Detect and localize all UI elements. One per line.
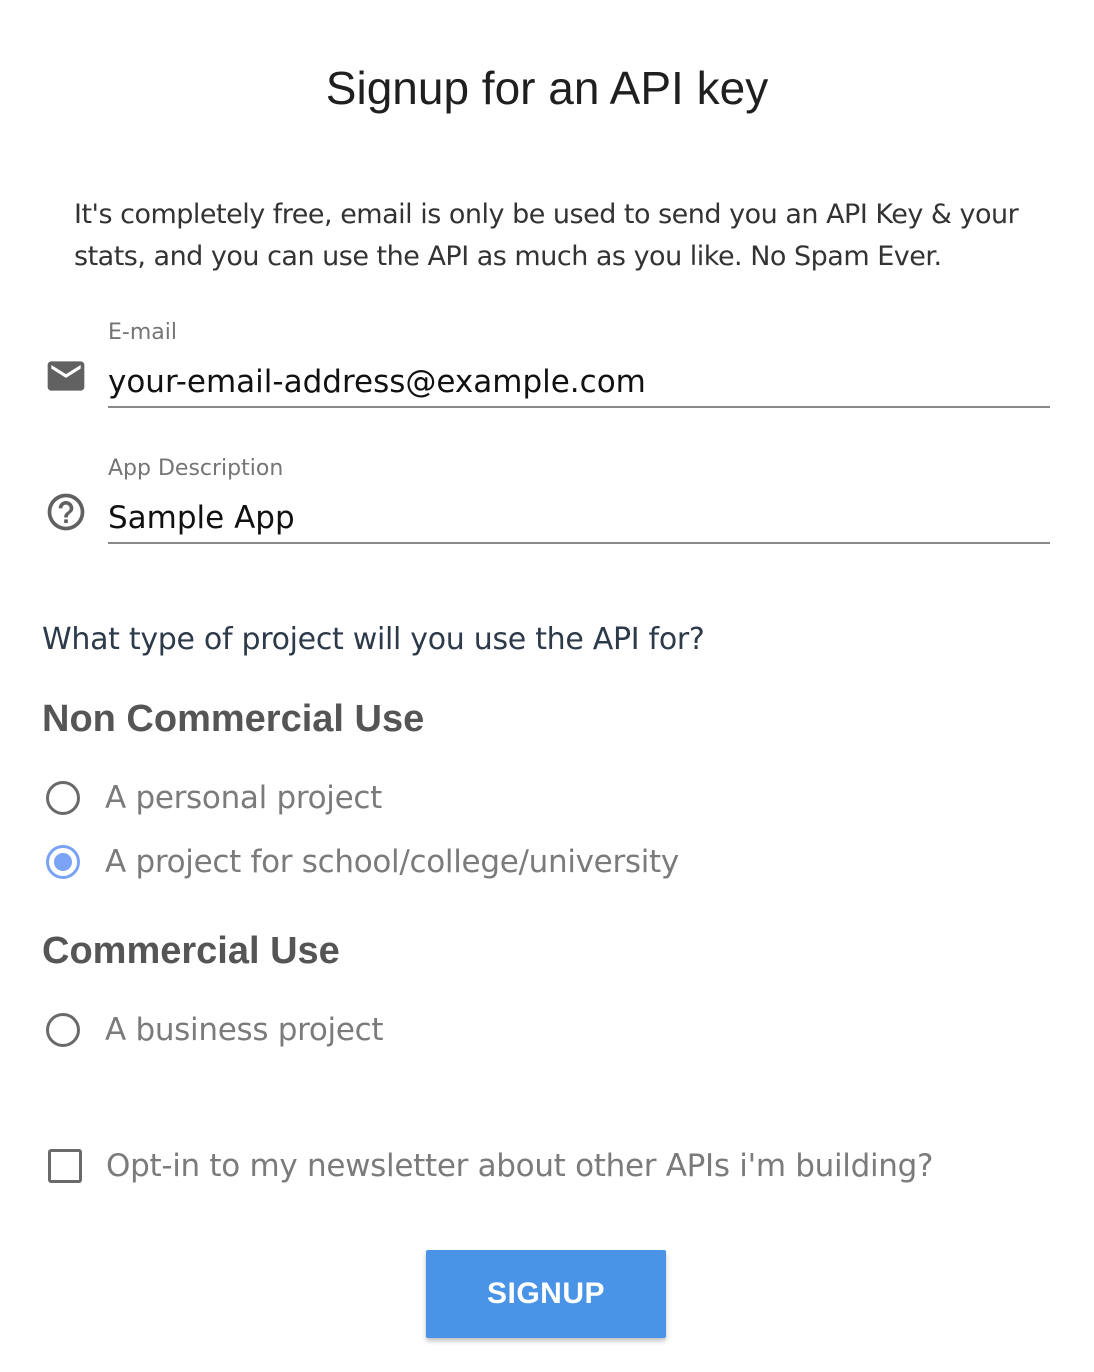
radio-button[interactable] bbox=[46, 781, 80, 815]
newsletter-checkbox[interactable] bbox=[48, 1149, 82, 1183]
radio-label: A business project bbox=[105, 1012, 384, 1048]
app-description-input[interactable] bbox=[108, 494, 1050, 544]
app-description-label: App Description bbox=[108, 456, 284, 481]
signup-button[interactable]: SIGNUP bbox=[426, 1250, 666, 1338]
radio-button-selected[interactable] bbox=[46, 845, 80, 879]
newsletter-opt-in[interactable]: Opt-in to my newsletter about other APIs… bbox=[48, 1144, 934, 1188]
commercial-heading: Commercial Use bbox=[42, 930, 340, 972]
envelope-icon bbox=[47, 361, 85, 391]
non-commercial-heading: Non Commercial Use bbox=[42, 698, 425, 740]
app-description-field-group: App Description bbox=[0, 454, 1094, 546]
radio-school-project[interactable]: A project for school/college/university bbox=[44, 840, 679, 884]
radio-label: A project for school/college/university bbox=[105, 844, 679, 880]
help-circle-icon bbox=[47, 493, 85, 531]
project-type-question: What type of project will you use the AP… bbox=[42, 622, 705, 657]
email-input[interactable] bbox=[108, 358, 1050, 408]
radio-business-project[interactable]: A business project bbox=[44, 1008, 384, 1052]
radio-personal-project[interactable]: A personal project bbox=[44, 776, 382, 820]
intro-text: It's completely free, email is only be u… bbox=[74, 199, 1019, 272]
radio-button[interactable] bbox=[46, 1013, 80, 1047]
email-field-group: E-mail bbox=[0, 318, 1094, 410]
radio-label: A personal project bbox=[105, 780, 382, 816]
page-title: Signup for an API key bbox=[325, 62, 769, 114]
newsletter-label: Opt-in to my newsletter about other APIs… bbox=[106, 1148, 934, 1184]
email-label: E-mail bbox=[108, 320, 177, 345]
